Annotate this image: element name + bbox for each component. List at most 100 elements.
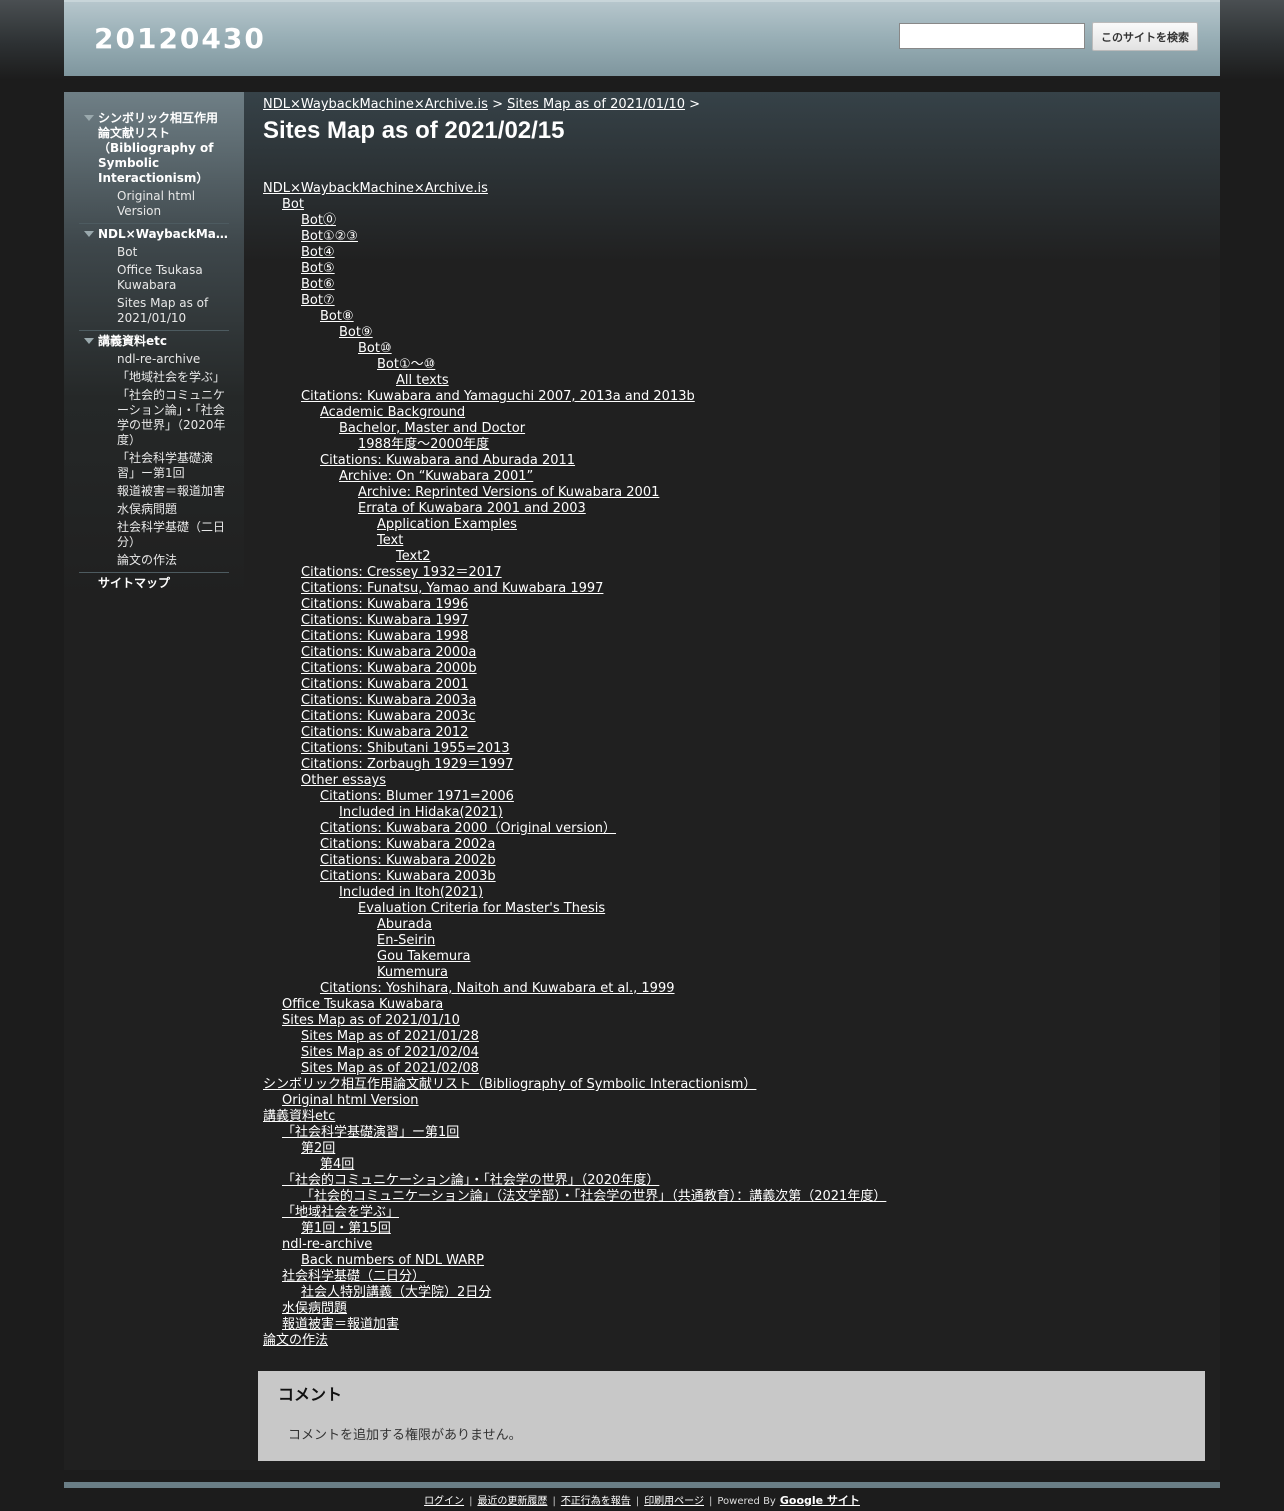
tree-link[interactable]: Bot⑤ (301, 261, 335, 276)
tree-link[interactable]: Bot⑦ (301, 293, 335, 308)
tree-link[interactable]: Original html Version (282, 1093, 419, 1108)
search-button[interactable]: このサイトを検索 (1092, 22, 1198, 51)
breadcrumb-link-ndl[interactable]: NDL×WaybackMachine×Archive.is (263, 97, 488, 112)
nav-item-shakaiteki[interactable]: 「社会的コミュニケーション論」・「社会学の世界」（2020年度） (79, 387, 229, 450)
nav-item-sitesmap[interactable]: Sites Map as of 2021/01/10 (79, 295, 229, 328)
tree-link[interactable]: NDL×WaybackMachine×Archive.is (263, 181, 488, 196)
tree-link[interactable]: 第1回・第15回 (301, 1221, 391, 1236)
tree-link[interactable]: Sites Map as of 2021/02/08 (301, 1061, 479, 1076)
expand-triangle-icon[interactable] (84, 115, 94, 121)
tree-link[interactable]: Citations: Kuwabara 2012 (301, 725, 468, 740)
nav-item-ndl-re-archive[interactable]: ndl-re-archive (79, 351, 229, 369)
tree-link[interactable]: 第2回 (301, 1141, 335, 1156)
tree-link[interactable]: 社会人特別講義（大学院）2日分 (301, 1285, 491, 1300)
tree-link[interactable]: Citations: Kuwabara 2003b (320, 869, 496, 884)
tree-link[interactable]: Citations: Kuwabara 1997 (301, 613, 468, 628)
tree-link[interactable]: Citations: Kuwabara and Aburada 2011 (320, 453, 575, 468)
tree-link[interactable]: Citations: Kuwabara 2000b (301, 661, 477, 676)
expand-triangle-icon[interactable] (84, 231, 94, 237)
tree-link[interactable]: Bot①②③ (301, 229, 358, 244)
breadcrumb-link-sitesmap[interactable]: Sites Map as of 2021/01/10 (507, 97, 685, 112)
tree-link[interactable]: シンボリック相互作用論文献リスト（Bibliography of Symboli… (263, 1077, 756, 1092)
search-input[interactable] (899, 23, 1085, 49)
tree-link[interactable]: Bot (282, 197, 304, 212)
nav-parent-ndl[interactable]: NDL×WaybackMachine×Archive.is (79, 226, 229, 244)
tree-link[interactable]: Citations: Funatsu, Yamao and Kuwabara 1… (301, 581, 603, 596)
footer-link-print[interactable]: 印刷用ページ (644, 1496, 704, 1507)
tree-link[interactable]: Gou Takemura (377, 949, 470, 964)
tree-link[interactable]: 水俣病問題 (282, 1301, 347, 1316)
tree-link[interactable]: Text (377, 533, 403, 548)
tree-link[interactable]: Aburada (377, 917, 432, 932)
tree-link[interactable]: Bot⓪ (301, 213, 336, 228)
tree-link[interactable]: Archive: Reprinted Versions of Kuwabara … (358, 485, 659, 500)
tree-link[interactable]: Citations: Kuwabara 2003a (301, 693, 476, 708)
tree-link[interactable]: Sites Map as of 2021/02/04 (301, 1045, 479, 1060)
tree-link[interactable]: Citations: Kuwabara 2002b (320, 853, 496, 868)
nav-item-chiiki[interactable]: 「地域社会を学ぶ」 (79, 369, 229, 387)
nav-item-original-html[interactable]: Original html Version (79, 188, 229, 221)
tree-link[interactable]: Sites Map as of 2021/01/10 (282, 1013, 460, 1028)
tree-link[interactable]: Text2 (396, 549, 431, 564)
tree-link[interactable]: Errata of Kuwabara 2001 and 2003 (358, 501, 586, 516)
footer-link-report[interactable]: 不正行為を報告 (561, 1496, 631, 1507)
expand-triangle-icon[interactable] (84, 338, 94, 344)
tree-link[interactable]: Citations: Kuwabara and Yamaguchi 2007, … (301, 389, 695, 404)
tree-link[interactable]: Bot①～⑩ (377, 357, 435, 372)
tree-link[interactable]: Kumemura (377, 965, 448, 980)
tree-link[interactable]: 1988年度～2000年度 (358, 437, 489, 452)
tree-link[interactable]: Citations: Kuwabara 1998 (301, 629, 468, 644)
tree-link[interactable]: Citations: Kuwabara 2000a (301, 645, 476, 660)
nav-parent-lectures[interactable]: 講義資料etc (79, 333, 229, 351)
tree-link[interactable]: Evaluation Criteria for Master's Thesis (358, 901, 605, 916)
tree-link[interactable]: 「地域社会を学ぶ」 (282, 1205, 399, 1220)
tree-link[interactable]: 報道被害＝報道加害 (282, 1317, 399, 1332)
tree-link[interactable]: Included in Itoh(2021) (339, 885, 483, 900)
tree-link[interactable]: Citations: Cressey 1932＝2017 (301, 565, 502, 580)
tree-link[interactable]: 「社会科学基礎演習」ー第1回 (282, 1125, 459, 1140)
tree-link[interactable]: Application Examples (377, 517, 517, 532)
tree-link[interactable]: Citations: Kuwabara 2000（Original versio… (320, 821, 616, 836)
tree-link[interactable]: Citations: Kuwabara 2001 (301, 677, 468, 692)
tree-link[interactable]: Included in Hidaka(2021) (339, 805, 503, 820)
tree-link[interactable]: Other essays (301, 773, 386, 788)
tree-link[interactable]: Office Tsukasa Kuwabara (282, 997, 443, 1012)
tree-link[interactable]: Bachelor, Master and Doctor (339, 421, 525, 436)
nav-item-kiso-enshu[interactable]: 「社会科学基礎演習」ー第1回 (79, 450, 229, 483)
tree-link[interactable]: Citations: Blumer 1971=2006 (320, 789, 514, 804)
nav-item-ronbun[interactable]: 論文の作法 (79, 552, 229, 570)
tree-link[interactable]: Citations: Kuwabara 2002a (320, 837, 495, 852)
nav-parent-bibliography[interactable]: シンボリック相互作用論文献リスト（Bibliography of Symboli… (79, 110, 229, 188)
tree-link[interactable]: 社会科学基礎（二日分） (282, 1269, 425, 1284)
tree-link[interactable]: Citations: Kuwabara 1996 (301, 597, 468, 612)
tree-link[interactable]: 講義資料etc (263, 1109, 335, 1124)
tree-link[interactable]: Citations: Shibutani 1955=2013 (301, 741, 510, 756)
footer-link-login[interactable]: ログイン (424, 1496, 464, 1507)
footer-link-recent[interactable]: 最近の更新履歴 (477, 1496, 547, 1507)
tree-link[interactable]: Bot⑥ (301, 277, 335, 292)
tree-link[interactable]: Bot⑧ (320, 309, 354, 324)
tree-link[interactable]: Bot⑨ (339, 325, 373, 340)
tree-link[interactable]: Bot④ (301, 245, 335, 260)
tree-link[interactable]: Citations: Zorbaugh 1929＝1997 (301, 757, 513, 772)
tree-link[interactable]: Academic Background (320, 405, 465, 420)
nav-item-bot[interactable]: Bot (79, 244, 229, 262)
tree-link[interactable]: En-Seirin (377, 933, 435, 948)
tree-link[interactable]: 「社会的コミュニケーション論」・「社会学の世界」（2020年度） (282, 1173, 659, 1188)
tree-link[interactable]: Sites Map as of 2021/01/28 (301, 1029, 479, 1044)
tree-link[interactable]: Archive: On “Kuwabara 2001” (339, 469, 533, 484)
nav-item-sitemap[interactable]: サイトマップ (79, 575, 229, 591)
footer-link-google-sites[interactable]: Google サイト (780, 1494, 860, 1507)
tree-link[interactable]: Citations: Yoshihara, Naitoh and Kuwabar… (320, 981, 675, 996)
tree-link[interactable]: Bot⑩ (358, 341, 392, 356)
tree-link[interactable]: Back numbers of NDL WARP (301, 1253, 484, 1268)
nav-item-office[interactable]: Office Tsukasa Kuwabara (79, 262, 229, 295)
tree-link[interactable]: All texts (396, 373, 449, 388)
tree-link[interactable]: 論文の作法 (263, 1333, 328, 1348)
tree-link[interactable]: 第4回 (320, 1157, 354, 1172)
nav-item-kiso-futsuka[interactable]: 社会科学基礎（二日分） (79, 519, 229, 552)
nav-item-houdou[interactable]: 報道被害＝報道加害 (79, 483, 229, 501)
tree-link[interactable]: Citations: Kuwabara 2003c (301, 709, 476, 724)
tree-link[interactable]: ndl-re-archive (282, 1237, 372, 1252)
nav-item-minamata[interactable]: 水俣病問題 (79, 501, 229, 519)
